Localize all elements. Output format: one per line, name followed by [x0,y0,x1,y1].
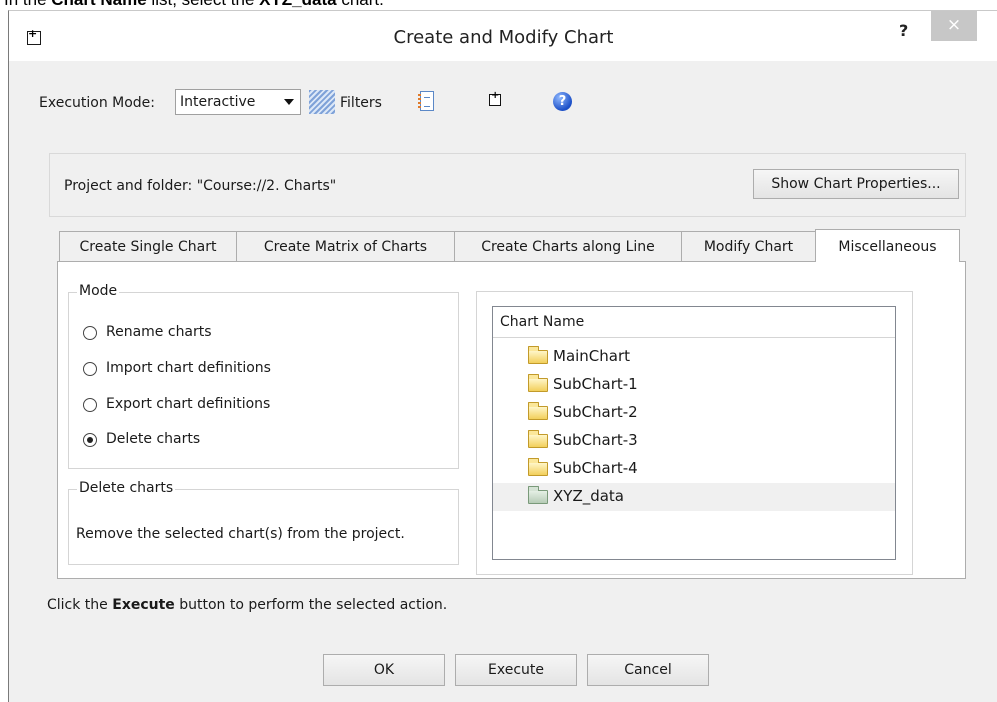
chart-name-header-label: Chart Name [500,314,585,330]
list-item-mainchart[interactable]: MainChart [493,343,895,371]
chart-list-frame: Chart Name MainChart SubChart-1 SubChart… [476,291,913,575]
mode-group: Mode Rename charts Import chart definiti… [68,283,459,469]
chart-name-column-header[interactable]: Chart Name [493,307,895,338]
radio-label: Delete charts [106,431,201,447]
chevron-down-icon [284,99,294,105]
filters-label[interactable]: Filters [340,95,382,111]
dialog-title: Create and Modify Chart [393,27,614,48]
list-item-xyz-data[interactable]: XYZ_data [493,483,895,511]
description-group-title: Delete charts [77,480,176,496]
radio-label: Rename charts [106,324,212,340]
radio-button[interactable] [83,398,97,412]
close-button[interactable]: × [931,11,977,41]
cancel-button[interactable]: Cancel [587,654,709,686]
radio-label: Import chart definitions [106,360,271,376]
list-item-subchart-3[interactable]: SubChart-3 [493,427,895,455]
instruction-text: In the Chart Name list, select the XYZ_d… [4,0,384,10]
hint-bold: Execute [112,597,175,613]
radio-button[interactable] [83,362,97,376]
list-item-label: SubChart-1 [553,375,638,393]
tab-create-single-chart[interactable]: Create Single Chart [59,231,237,262]
ok-button[interactable]: OK [323,654,445,686]
execute-button[interactable]: Execute [455,654,577,686]
list-item-label: MainChart [553,347,631,365]
title-bar: Create and Modify Chart ? × [9,11,997,61]
hint-suffix: button to perform the selected action. [174,597,448,613]
filters-icon[interactable] [309,90,335,114]
hint-prefix: Click the [47,597,113,613]
folder-icon [528,458,548,476]
help-button[interactable]: ? [899,21,908,40]
instruction-suffix: chart. [337,0,384,9]
list-item-label: SubChart-2 [553,403,638,421]
project-folder-label: Project and folder: "Course://2. Charts" [64,178,337,194]
folder-icon [528,374,548,392]
list-item-subchart-2[interactable]: SubChart-2 [493,399,895,427]
execution-mode-select[interactable]: Interactive [175,89,301,115]
instruction-item-name: XYZ_data [259,0,336,9]
project-folder-box: Project and folder: "Course://2. Charts"… [49,153,966,217]
list-item-subchart-1[interactable]: SubChart-1 [493,371,895,399]
notes-icon[interactable] [418,91,434,111]
tab-miscellaneous[interactable]: Miscellaneous [815,229,960,262]
folder-icon [528,402,548,420]
folder-icon [528,430,548,448]
radio-label: Export chart definitions [106,396,271,412]
tab-create-charts-along-line[interactable]: Create Charts along Line [454,231,682,262]
radio-button-checked[interactable] [83,433,97,447]
tab-create-matrix-of-charts[interactable]: Create Matrix of Charts [236,231,455,262]
execution-mode-value: Interactive [180,94,256,110]
list-item-label: SubChart-4 [553,459,638,477]
description-text: Remove the selected chart(s) from the pr… [76,526,405,542]
chart-name-list[interactable]: Chart Name MainChart SubChart-1 SubChart… [492,306,896,560]
list-item-label: SubChart-3 [553,431,638,449]
instruction-list-name: Chart Name [51,0,146,9]
execution-mode-label: Execution Mode: [39,95,156,111]
description-group: Delete charts Remove the selected chart(… [68,480,459,565]
show-chart-properties-button[interactable]: Show Chart Properties... [753,169,959,199]
list-item-subchart-4[interactable]: SubChart-4 [493,455,895,483]
new-chart-icon[interactable] [489,90,501,106]
list-item-label: XYZ_data [553,487,625,505]
folder-icon [528,346,548,364]
data-folder-icon [528,486,548,504]
miscellaneous-panel: Mode Rename charts Import chart definiti… [57,261,966,579]
instruction-prefix: In the [4,0,51,9]
tab-modify-chart[interactable]: Modify Chart [681,231,816,262]
help-icon[interactable]: ? [553,92,572,111]
mode-group-title: Mode [77,283,120,299]
instruction-middle: list, select the [147,0,259,9]
radio-button[interactable] [83,326,97,340]
create-modify-chart-dialog: Create and Modify Chart ? × Execution Mo… [8,10,997,702]
execute-hint: Click the Execute button to perform the … [47,597,447,613]
